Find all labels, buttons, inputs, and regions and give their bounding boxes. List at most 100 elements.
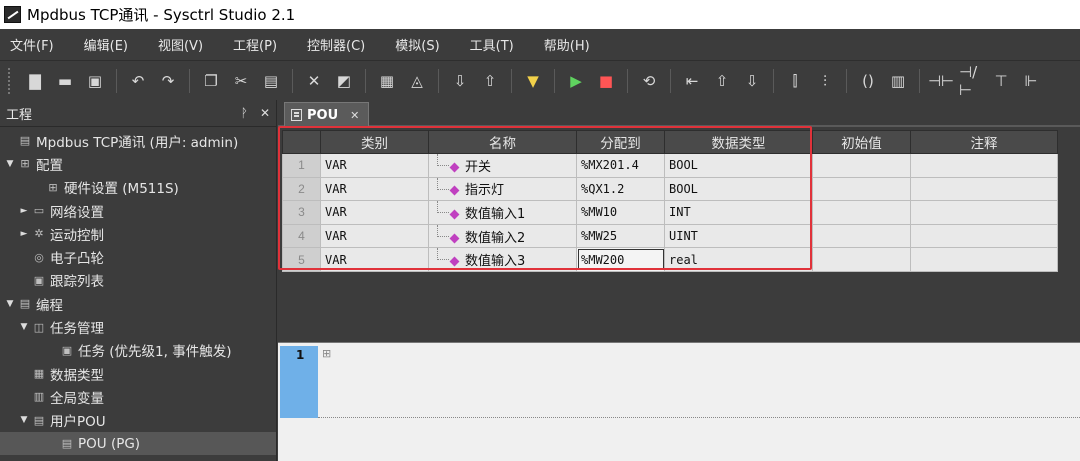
table-row[interactable]: 3 VAR 数值输入1 %MW10 INT — [282, 200, 1058, 225]
address-cell[interactable]: %MW200 — [576, 247, 665, 272]
breakpoint-icon[interactable]: ⫿ — [783, 69, 807, 93]
init-value-cell[interactable] — [812, 176, 911, 202]
name-cell[interactable]: 数值输入3 — [428, 247, 577, 272]
menu-edit[interactable]: 编辑(E) — [80, 33, 132, 56]
stop-icon[interactable]: ■ — [594, 69, 618, 93]
upload-icon[interactable]: ⇧ — [478, 69, 502, 93]
menu-file[interactable]: 文件(F) — [6, 33, 58, 56]
save-icon[interactable]: ▣ — [83, 69, 107, 93]
tree-item[interactable]: ▼ ◫ 任务管理 — [0, 315, 276, 338]
cut-icon[interactable]: ✂ — [229, 69, 253, 93]
chevron-down-icon[interactable]: ▼ — [4, 159, 16, 169]
name-cell[interactable]: 开关 — [428, 153, 577, 178]
column-header[interactable]: 分配到 — [576, 130, 665, 154]
build-icon[interactable]: ◩ — [332, 69, 356, 93]
step-icon[interactable]: ⇤ — [680, 69, 704, 93]
table-row[interactable]: 2 VAR 指示灯 %QX1.2 BOOL — [282, 176, 1058, 202]
menu-controller[interactable]: 控制器(C) — [303, 33, 369, 56]
address-cell[interactable]: %MW25 — [576, 223, 665, 249]
menu-tools[interactable]: 工具(T) — [466, 33, 518, 56]
coil-icon[interactable]: () — [856, 69, 880, 93]
code-editor[interactable]: 1 ⊞ — [278, 342, 1080, 461]
category-cell[interactable]: VAR — [320, 176, 429, 202]
copy-icon[interactable]: ❐ — [199, 69, 223, 93]
compile-all-icon[interactable]: ◬ — [405, 69, 429, 93]
init-value-cell[interactable] — [812, 153, 911, 178]
type-cell[interactable]: UINT — [664, 223, 813, 249]
breakpoint-list-icon[interactable]: ⫶ — [813, 69, 837, 93]
tree-item[interactable]: ▥ 全局变量 — [0, 385, 276, 408]
redo-icon[interactable]: ↷ — [156, 69, 180, 93]
menu-project[interactable]: 工程(P) — [229, 33, 281, 56]
parallel-negated-icon[interactable]: ⊩ — [1019, 69, 1043, 93]
type-cell[interactable]: BOOL — [664, 176, 813, 202]
menu-help[interactable]: 帮助(H) — [540, 33, 594, 56]
column-header[interactable]: 注释 — [910, 130, 1058, 154]
close-icon[interactable]: ✕ — [260, 106, 270, 120]
step-down-icon[interactable]: ⇩ — [740, 69, 764, 93]
name-cell[interactable]: 数值输入2 — [428, 223, 577, 249]
tree-item[interactable]: ◎ 电子凸轮 — [0, 245, 276, 268]
login-icon[interactable]: ▼ — [521, 69, 545, 93]
tree-item[interactable]: ▤ POU (PG) — [0, 431, 276, 456]
pin-icon[interactable]: ᚹ — [241, 106, 248, 120]
negated-contact-icon[interactable]: ⊣/⊢ — [959, 63, 983, 99]
category-cell[interactable]: VAR — [320, 200, 429, 225]
tree-item[interactable]: ▼ ▤ 用户POU — [0, 409, 276, 432]
type-cell[interactable]: real — [664, 247, 813, 272]
tree-item[interactable]: ▼ ▤ 编程 — [0, 292, 276, 315]
column-header[interactable]: 名称 — [428, 130, 577, 154]
run-icon[interactable]: ▶ — [564, 69, 588, 93]
chevron-down-icon[interactable]: ▼ — [4, 299, 16, 309]
tab-pou[interactable]: POU ✕ — [284, 102, 369, 127]
comment-cell[interactable] — [910, 200, 1058, 225]
delete-icon[interactable]: ✕ — [302, 69, 326, 93]
tree-item[interactable]: ▤ Mpdbus TCP通讯 (用户: admin) — [0, 129, 276, 152]
comment-cell[interactable] — [910, 153, 1058, 178]
table-row[interactable]: 4 VAR 数值输入2 %MW25 UINT — [282, 223, 1058, 249]
tree-item[interactable]: ▦ 数据类型 — [0, 362, 276, 385]
comment-cell[interactable] — [910, 223, 1058, 249]
init-value-cell[interactable] — [812, 200, 911, 225]
chevron-right-icon[interactable]: ► — [18, 206, 30, 216]
undo-icon[interactable]: ↶ — [126, 69, 150, 93]
address-cell[interactable]: %QX1.2 — [576, 176, 665, 202]
column-header[interactable]: 类别 — [320, 130, 429, 154]
comment-cell[interactable] — [910, 176, 1058, 202]
type-cell[interactable]: BOOL — [664, 153, 813, 178]
reset-icon[interactable]: ⟲ — [637, 69, 661, 93]
address-cell[interactable]: %MX201.4 — [576, 153, 665, 178]
fold-expand-icon[interactable]: ⊞ — [322, 347, 331, 360]
init-value-cell[interactable] — [812, 223, 911, 249]
parallel-contact-icon[interactable]: ⊤ — [989, 69, 1013, 93]
category-cell[interactable]: VAR — [320, 223, 429, 249]
table-row[interactable]: 1 VAR 开关 %MX201.4 BOOL — [282, 153, 1058, 178]
category-cell[interactable]: VAR — [320, 153, 429, 178]
new-file-icon[interactable]: ▇ — [23, 69, 47, 93]
download-icon[interactable]: ⇩ — [448, 69, 472, 93]
toolbar-grip[interactable] — [8, 67, 12, 94]
tree-item[interactable]: ⊞ 硬件设置 (M511S) — [0, 176, 276, 199]
contact-icon[interactable]: ⊣⊢ — [928, 69, 954, 93]
tree-item[interactable]: ► ▭ 网络设置 — [0, 199, 276, 222]
column-header[interactable]: 数据类型 — [664, 130, 813, 154]
paste-icon[interactable]: ▤ — [259, 69, 283, 93]
chevron-down-icon[interactable]: ▼ — [18, 415, 30, 425]
chevron-down-icon[interactable]: ▼ — [18, 322, 30, 332]
chevron-right-icon[interactable]: ► — [18, 229, 30, 239]
tree-item[interactable]: ▣ 任务 (优先级1, 事件触发) — [0, 339, 276, 362]
address-cell[interactable]: %MW10 — [576, 200, 665, 225]
box-icon[interactable]: ▥ — [886, 69, 910, 93]
compile-icon[interactable]: ▦ — [375, 69, 399, 93]
tree-item[interactable]: ► ✲ 运动控制 — [0, 222, 276, 245]
comment-cell[interactable] — [910, 247, 1058, 272]
category-cell[interactable]: VAR — [320, 247, 429, 272]
tree-item[interactable]: ▼ ⊞ 配置 — [0, 152, 276, 175]
step-up-icon[interactable]: ⇧ — [710, 69, 734, 93]
table-row[interactable]: 5 VAR 数值输入3 %MW200 real — [282, 247, 1058, 272]
name-cell[interactable]: 指示灯 — [428, 176, 577, 202]
init-value-cell[interactable] — [812, 247, 911, 272]
menu-view[interactable]: 视图(V) — [154, 33, 207, 56]
type-cell[interactable]: INT — [664, 200, 813, 225]
tree-item[interactable]: ▣ 跟踪列表 — [0, 269, 276, 292]
